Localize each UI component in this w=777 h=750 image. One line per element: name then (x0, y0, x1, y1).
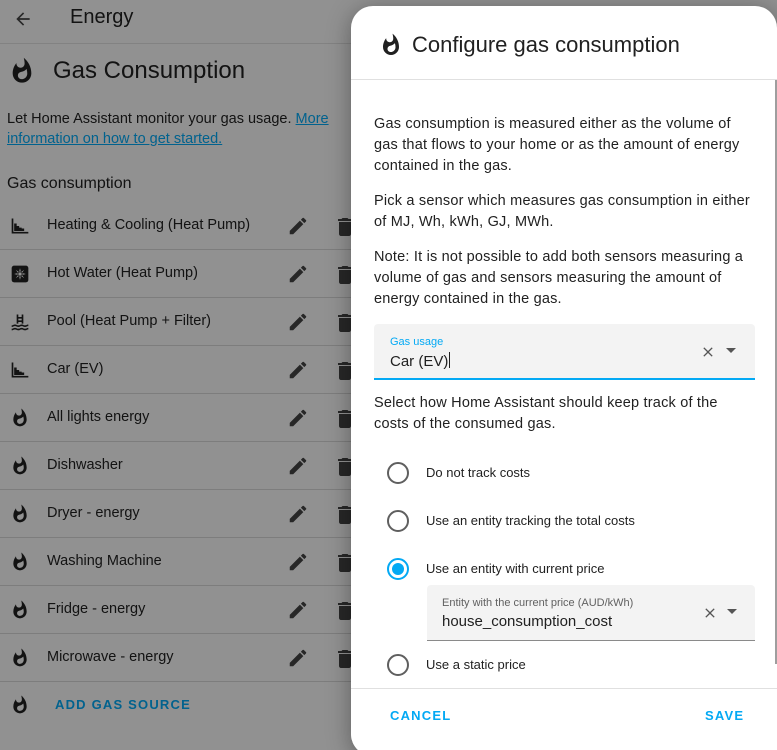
radio-current-price[interactable]: Use an entity with current price (387, 558, 747, 582)
cancel-button[interactable]: CANCEL (390, 708, 451, 723)
gas-usage-select[interactable]: Gas usage Car (EV) (374, 324, 755, 380)
gas-usage-value: Car (EV) (390, 352, 451, 370)
dialog-header: Configure gas consumption (351, 6, 777, 80)
fire-icon (383, 33, 399, 55)
gas-usage-label: Gas usage (390, 336, 444, 348)
radio-label: Use an entity tracking the total costs (426, 513, 635, 528)
dialog-note-text: Note: It is not possible to add both sen… (374, 249, 744, 307)
radio-label: Do not track costs (426, 465, 531, 480)
radio-no-costs[interactable]: Do not track costs (387, 462, 747, 486)
dropdown-arrow-icon[interactable] (724, 346, 738, 356)
cost-tracking-text: Select how Home Assistant should keep tr… (374, 395, 718, 432)
dialog-actions: CANCEL SAVE (351, 688, 777, 750)
radio-button[interactable] (387, 510, 409, 532)
radio-label: Use an entity with current price (426, 561, 605, 576)
radio-button[interactable] (387, 558, 409, 580)
radio-button[interactable] (387, 654, 409, 676)
dialog-intro-text: Gas consumption is measured either as th… (374, 116, 740, 174)
configure-gas-dialog: Configure gas consumption Gas consumptio… (351, 6, 777, 750)
dropdown-arrow-icon[interactable] (725, 607, 739, 617)
radio-static-price[interactable]: Use a static price (387, 654, 747, 678)
radio-button[interactable] (387, 462, 409, 484)
text-cursor (449, 352, 451, 368)
price-entity-select[interactable]: Entity with the current price (AUD/kWh) … (427, 585, 755, 641)
radio-label: Use a static price (426, 657, 526, 672)
save-button[interactable]: SAVE (705, 708, 744, 723)
price-entity-value: house_consumption_cost (442, 613, 613, 630)
gas-usage-text: Car (EV) (390, 353, 449, 370)
clear-icon[interactable] (700, 344, 716, 360)
dialog-title: Configure gas consumption (412, 32, 680, 57)
price-entity-label: Entity with the current price (AUD/kWh) (442, 597, 634, 609)
radio-total-costs[interactable]: Use an entity tracking the total costs (387, 510, 747, 534)
dialog-units-text: Pick a sensor which measures gas consump… (374, 193, 750, 230)
clear-icon[interactable] (702, 605, 718, 621)
